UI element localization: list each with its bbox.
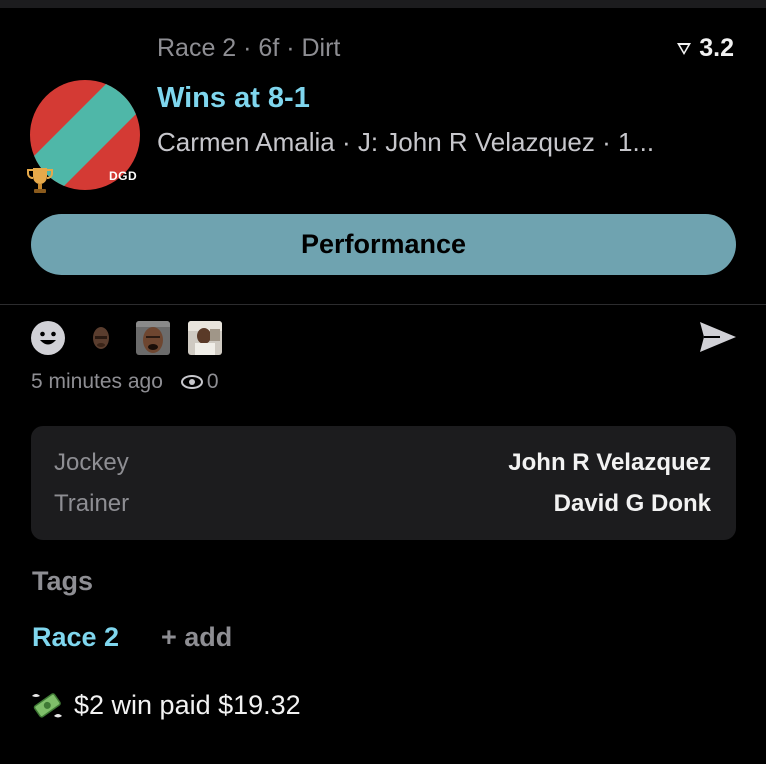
smiley-face-icon[interactable]: [30, 320, 66, 356]
money-with-wings-icon: [32, 693, 62, 718]
speed-rating-icon: [677, 42, 692, 55]
trainer-label: Trainer: [54, 490, 130, 517]
top-bar: [0, 0, 766, 8]
reaction-face-2[interactable]: [136, 321, 170, 355]
rating: 3.2: [676, 34, 734, 63]
jockey-row: Jockey John R Velazquez: [54, 449, 711, 477]
reaction-bar: [30, 318, 222, 358]
trainer-value[interactable]: David G Donk: [554, 490, 711, 518]
post-headline[interactable]: Wins at 8-1: [157, 82, 310, 115]
jockey-label: Jockey: [54, 449, 129, 476]
payout-text: $2 win paid $19.32: [74, 689, 301, 720]
view-count: 0: [206, 370, 219, 393]
tags-heading: Tags: [32, 566, 94, 596]
divider: [0, 304, 766, 305]
add-tag-button[interactable]: + add: [161, 622, 232, 653]
connections-card: Jockey John R Velazquez Trainer David G …: [31, 426, 736, 540]
send-icon[interactable]: [698, 320, 738, 354]
tag-race-2[interactable]: Race 2: [32, 622, 119, 653]
horse-connections: Carmen Amalia · J: John R Velazquez · 1.…: [157, 127, 655, 157]
horse-silk-avatar[interactable]: DGD: [24, 80, 144, 198]
race-info: Race 2 · 6f · Dirt: [157, 34, 341, 62]
trainer-row: Trainer David G Donk: [54, 490, 711, 518]
reaction-face-3[interactable]: [188, 321, 222, 355]
performance-button[interactable]: Performance: [31, 214, 736, 275]
payout-line: $2 win paid $19.32: [30, 688, 301, 722]
trophy-icon: [24, 164, 56, 196]
reaction-face-1[interactable]: [84, 321, 118, 355]
eye-icon: [180, 375, 203, 389]
timestamp: 5 minutes ago: [31, 370, 163, 393]
post-meta: 5 minutes ago 0: [31, 370, 219, 394]
silk-initials: DGD: [109, 169, 138, 183]
jockey-value[interactable]: John R Velazquez: [508, 449, 711, 477]
rating-value: 3.2: [699, 34, 734, 62]
